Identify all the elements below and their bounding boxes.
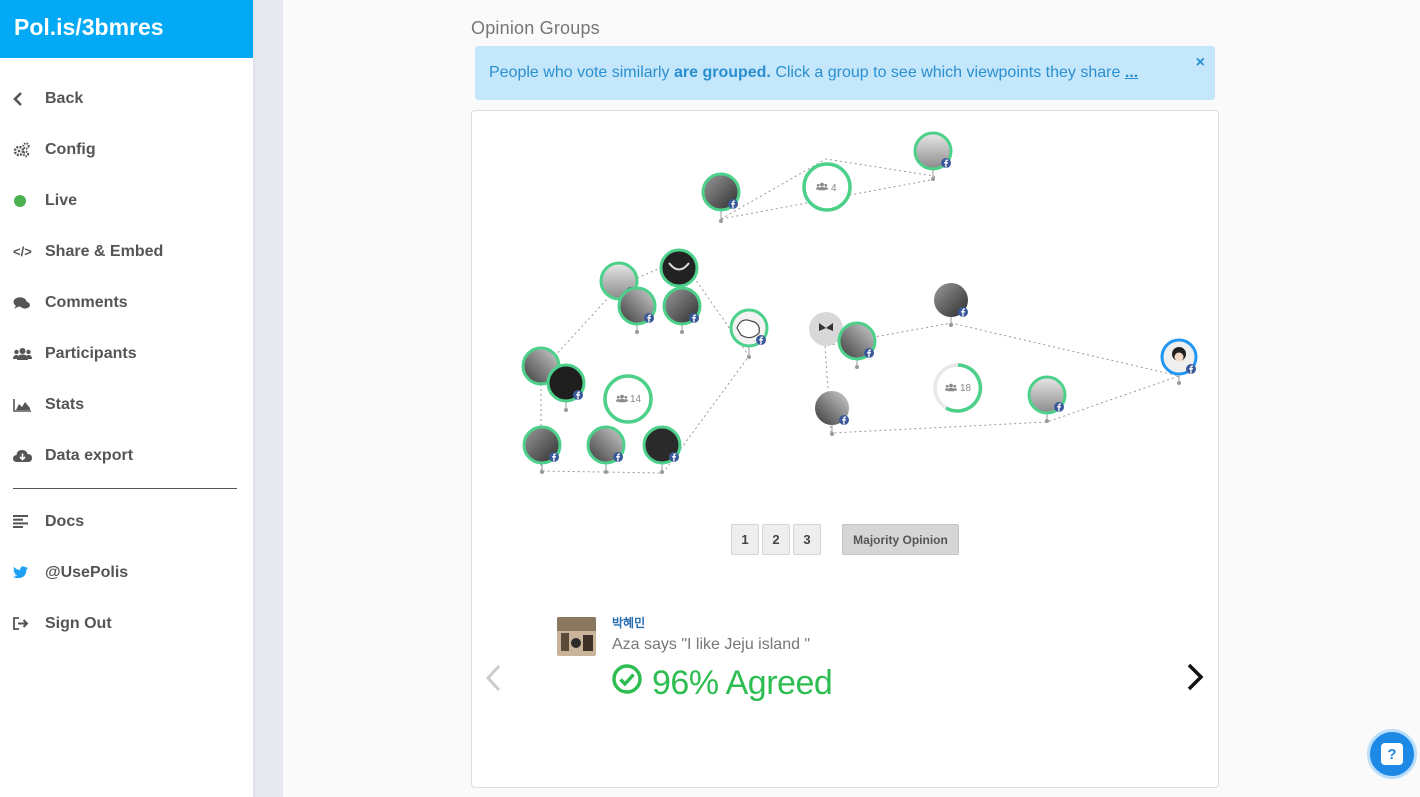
sidebar-item-twitter[interactable]: @UsePolis (0, 547, 253, 598)
group-2-participants (521, 248, 769, 474)
opinion-groups-panel: 4 14 18 (471, 110, 1219, 788)
comments-icon (13, 296, 37, 310)
participant-avatar[interactable] (729, 308, 769, 359)
alert-text: People who vote similarly (489, 64, 674, 81)
sidebar-item-label: Share & Embed (45, 242, 164, 260)
page-title: Opinion Groups (471, 18, 600, 38)
code-icon: </> (13, 244, 32, 259)
participant-avatar[interactable] (701, 172, 741, 223)
participant-avatar[interactable] (1160, 338, 1198, 385)
comment-author[interactable]: 박혜민 (612, 614, 645, 631)
info-alert: People who vote similarly are grouped. C… (475, 46, 1215, 100)
sign-out-icon (13, 617, 37, 630)
group-3-participants (809, 283, 1198, 436)
group-page-2-button[interactable]: 2 (762, 524, 790, 555)
participant-avatar[interactable] (837, 321, 877, 369)
comment-text: Aza says "I like Jeju island " (612, 636, 811, 653)
brand-title[interactable]: Pol.is/3bmres (0, 0, 253, 58)
close-icon[interactable]: × (1196, 54, 1205, 72)
sidebar-gutter (253, 0, 283, 797)
sidebar-item-comments[interactable]: Comments (0, 277, 253, 328)
group-1-ring[interactable]: 4 (802, 162, 852, 212)
users-icon (13, 347, 37, 361)
prev-arrow-icon[interactable] (484, 664, 502, 697)
participant-avatar[interactable] (522, 425, 562, 474)
sidebar-item-label: Data export (45, 446, 134, 464)
opinion-graph: 4 14 18 (521, 131, 1198, 474)
sidebar-item-signout[interactable]: Sign Out (0, 598, 253, 649)
sidebar-item-label: Config (45, 140, 96, 158)
group-3-ring[interactable]: 18 (933, 363, 983, 413)
author-avatar (557, 617, 596, 656)
sidebar-item-label: Back (45, 89, 84, 107)
sidebar-item-stats[interactable]: Stats (0, 379, 253, 430)
sidebar-item-export[interactable]: Data export (0, 430, 253, 481)
group-3-count: 18 (960, 383, 972, 394)
area-chart-icon (13, 398, 37, 412)
sidebar-divider (13, 488, 237, 489)
sidebar-item-label: Comments (45, 293, 128, 311)
sidebar-item-share[interactable]: </> Share & Embed (0, 226, 253, 277)
sidebar-nav: Back Config Live </> Share & Embed Comme… (0, 58, 253, 481)
gears-icon (13, 141, 37, 158)
participant-avatar[interactable] (934, 283, 968, 327)
alert-text-2: Click a group to see which viewpoints th… (770, 64, 1125, 81)
participant-avatar[interactable] (815, 391, 849, 436)
help-button[interactable]: ? (1367, 729, 1417, 779)
sidebar-item-docs[interactable]: Docs (0, 496, 253, 547)
participant-avatar[interactable] (586, 425, 626, 474)
group-page-3-button[interactable]: 3 (793, 524, 821, 555)
align-left-icon (13, 515, 37, 528)
chevron-left-icon (13, 91, 37, 106)
sidebar-item-label: Stats (45, 395, 85, 413)
sidebar-item-config[interactable]: Config (0, 124, 253, 175)
sidebar-item-participants[interactable]: Participants (0, 328, 253, 379)
sidebar-item-label: Docs (45, 512, 85, 530)
group-2-ring[interactable]: 14 (603, 374, 653, 424)
participant-avatar[interactable] (659, 248, 699, 288)
sidebar-item-label: Sign Out (45, 614, 112, 632)
twitter-icon (13, 566, 37, 579)
agreement-stat: 96% Agreed (612, 664, 833, 703)
participant-avatar[interactable] (662, 286, 702, 334)
sidebar-item-label: Participants (45, 344, 137, 362)
live-status-dot-icon (13, 194, 37, 207)
sidebar-item-live[interactable]: Live (0, 175, 253, 226)
participant-avatar[interactable] (642, 425, 682, 474)
group-2-count: 14 (630, 394, 642, 405)
participant-avatar[interactable] (617, 286, 657, 334)
cloud-download-icon (13, 449, 37, 463)
participant-avatar[interactable] (546, 363, 586, 412)
participant-avatar[interactable] (1027, 375, 1067, 423)
next-arrow-icon[interactable] (1186, 662, 1206, 697)
question-icon: ? (1381, 743, 1403, 765)
group-1-count: 4 (831, 183, 837, 194)
check-circle-icon (612, 664, 642, 703)
sidebar-item-label: @UsePolis (45, 563, 129, 581)
sidebar-secondary-nav: Docs @UsePolis Sign Out (0, 496, 253, 649)
agreed-percentage: 96% Agreed (652, 664, 833, 702)
sidebar-item-label: Live (45, 191, 78, 209)
sidebar-item-back[interactable]: Back (0, 73, 253, 124)
majority-opinion-button[interactable]: Majority Opinion (842, 524, 959, 555)
alert-more-link[interactable]: ... (1125, 64, 1138, 81)
sidebar: Pol.is/3bmres Back Config Live </> Share… (0, 0, 253, 797)
group-page-1-button[interactable]: 1 (731, 524, 759, 555)
alert-bold-text: are grouped. (673, 64, 771, 81)
